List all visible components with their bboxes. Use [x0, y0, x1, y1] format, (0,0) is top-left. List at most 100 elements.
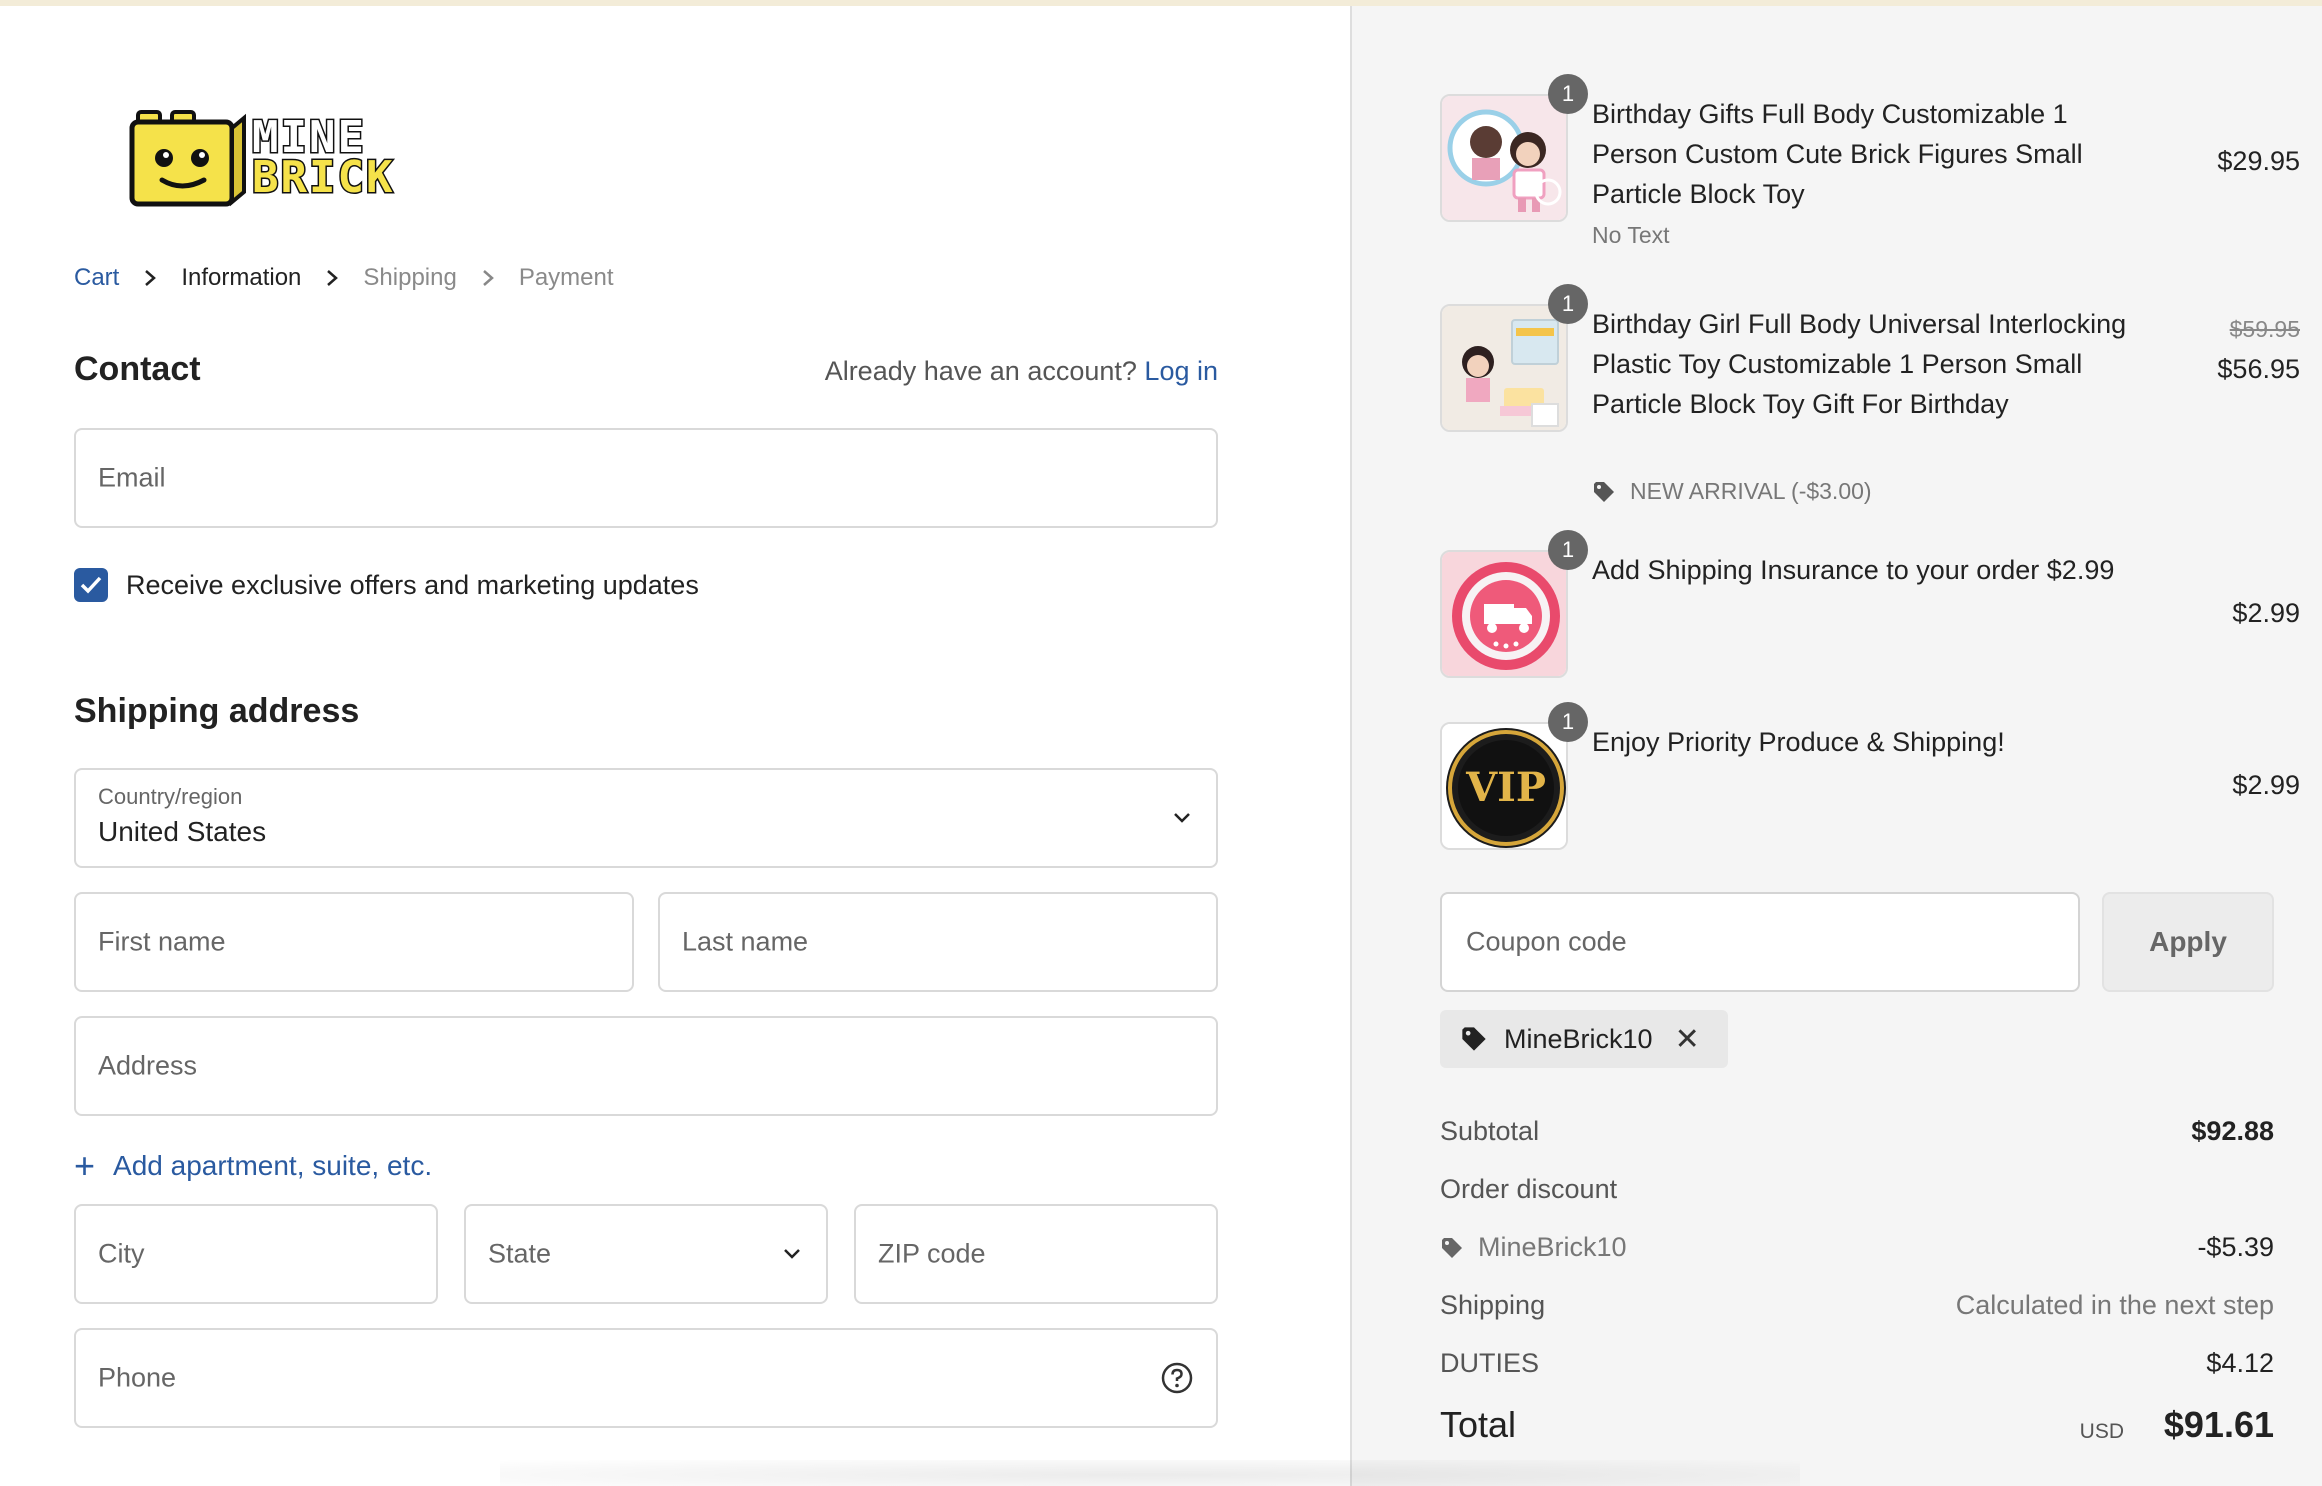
total-label: Total — [1440, 1404, 1517, 1445]
total-currency: USD — [2079, 1420, 2124, 1443]
subtotal-label: Subtotal — [1440, 1116, 1540, 1146]
duties-value: $4.12 — [2206, 1348, 2274, 1378]
first-name-placeholder: First name — [98, 926, 226, 957]
product-thumbnail — [1440, 94, 1568, 222]
breadcrumb-cart[interactable]: Cart — [74, 264, 119, 292]
email-placeholder: Email — [98, 462, 166, 493]
apply-coupon-button[interactable]: Apply — [2102, 892, 2274, 992]
city-placeholder: City — [98, 1238, 145, 1269]
logo-wordmark: MINE BRICK — [250, 114, 395, 203]
applied-coupon-code: MineBrick10 — [1504, 1023, 1653, 1054]
breadcrumb: Cart Information Shipping Payment — [74, 264, 614, 292]
item-price: $2.99 — [2232, 598, 2300, 628]
account-prompt: Already have an account? Log in — [825, 356, 1218, 387]
tag-icon — [1594, 481, 1614, 502]
item-title: Enjoy Priority Produce & Shipping! — [1592, 727, 2005, 757]
item-price: $2.99 — [2232, 770, 2300, 800]
country-value: United States — [98, 816, 267, 847]
duties-row: DUTIES $4.12 — [1440, 1348, 2274, 1379]
address-field[interactable]: Address — [74, 1016, 1218, 1116]
chevron-right-icon — [319, 265, 345, 291]
last-name-field[interactable]: Last name — [658, 892, 1218, 992]
quantity-badge: 1 — [1548, 74, 1588, 114]
shipping-value: Calculated in the next step — [1955, 1290, 2274, 1320]
shipping-address-heading: Shipping address — [74, 692, 360, 730]
item-price: $29.95 — [2217, 146, 2300, 176]
subtotal-row: Subtotal $92.88 — [1440, 1116, 2274, 1147]
coupon-code-input[interactable]: Coupon code — [1440, 892, 2080, 992]
order-discount-row: Order discount — [1440, 1174, 2274, 1205]
checkmark-icon — [80, 576, 102, 594]
checkout-form-panel: MINE BRICK Cart Information Shipping Pay… — [0, 6, 1350, 1486]
city-field[interactable]: City — [74, 1204, 438, 1304]
discount-value: -$5.39 — [2197, 1232, 2274, 1262]
phone-placeholder: Phone — [98, 1362, 177, 1393]
discount-code-label: MineBrick10 — [1478, 1232, 1627, 1262]
chevron-right-icon — [475, 265, 501, 291]
first-name-field[interactable]: First name — [74, 892, 634, 992]
quantity-badge: 1 — [1548, 284, 1588, 324]
state-placeholder: State — [488, 1238, 552, 1269]
store-logo[interactable]: MINE BRICK — [128, 100, 428, 216]
chevron-down-icon — [784, 1249, 800, 1259]
country-label: Country/region — [98, 784, 243, 809]
zip-code-placeholder: ZIP code — [878, 1238, 986, 1269]
state-select[interactable]: State — [464, 1204, 828, 1304]
total-row: Total USD $91.61 — [1440, 1404, 2274, 1446]
marketing-label: Receive exclusive offers and marketing u… — [126, 570, 699, 600]
help-circle-icon[interactable] — [1160, 1361, 1194, 1395]
discount-code-row: MineBrick10 -$5.39 — [1440, 1232, 2274, 1263]
bottom-shadow — [500, 1460, 1800, 1486]
shipping-row: Shipping Calculated in the next step — [1440, 1290, 2274, 1321]
vip-thumbnail-text: VIP — [1466, 764, 1546, 811]
last-name-placeholder: Last name — [682, 926, 809, 957]
phone-field[interactable]: Phone — [74, 1328, 1218, 1428]
contact-heading: Contact — [74, 350, 201, 388]
login-link[interactable]: Log in — [1144, 356, 1218, 386]
duties-label: DUTIES — [1440, 1348, 1540, 1378]
add-apartment-link[interactable]: + Add apartment, suite, etc. — [74, 1148, 432, 1184]
item-title: Add Shipping Insurance to your order $2.… — [1592, 555, 2115, 585]
marketing-checkbox[interactable] — [74, 568, 108, 602]
tag-icon — [1442, 1237, 1462, 1258]
quantity-badge: 1 — [1548, 702, 1588, 742]
total-value: $91.61 — [2163, 1404, 2274, 1445]
line-item: 1 Add Shipping Insurance to your order $… — [1440, 530, 2300, 680]
item-price: $56.95 — [2217, 354, 2300, 384]
line-item: VIP 1 Enjoy Priority Produce & Shipping!… — [1440, 702, 2300, 852]
quantity-badge: 1 — [1548, 530, 1588, 570]
item-variant: No Text — [1592, 222, 1670, 248]
item-discount-text: NEW ARRIVAL (-$3.00) — [1630, 478, 1872, 504]
chevron-right-icon — [137, 265, 163, 291]
zip-code-field[interactable]: ZIP code — [854, 1204, 1218, 1304]
address-placeholder: Address — [98, 1050, 198, 1081]
tag-icon — [1462, 1027, 1486, 1051]
order-summary-panel: 1 Birthday Gifts Full Body Customizable … — [1350, 6, 2322, 1486]
order-discount-label: Order discount — [1440, 1174, 1618, 1204]
line-item: 1 Birthday Girl Full Body Universal Inte… — [1440, 284, 2300, 514]
breadcrumb-information: Information — [181, 264, 302, 291]
vip-thumbnail: VIP — [1440, 722, 1568, 850]
item-title: Birthday Gifts Full Body Customizable 1 … — [1592, 99, 2083, 209]
breadcrumb-shipping: Shipping — [363, 264, 457, 291]
line-item: 1 Birthday Gifts Full Body Customizable … — [1440, 74, 2300, 264]
item-title: Birthday Girl Full Body Universal Interl… — [1592, 309, 2127, 419]
plus-icon: + — [74, 1145, 96, 1186]
applied-coupon-chip: MineBrick10 ✕ — [1440, 1010, 1728, 1068]
email-field[interactable]: Email — [74, 428, 1218, 528]
brick-logo-icon — [129, 110, 246, 207]
remove-coupon-icon[interactable]: ✕ — [1675, 1022, 1700, 1057]
product-thumbnail — [1440, 304, 1568, 432]
item-original-price: $59.95 — [2229, 316, 2300, 342]
subtotal-value: $92.88 — [2191, 1116, 2274, 1146]
country-select[interactable]: Country/region United States — [74, 768, 1218, 868]
logo-word-brick: BRICK — [250, 152, 395, 203]
account-prompt-text: Already have an account? — [824, 356, 1137, 386]
add-apartment-label: Add apartment, suite, etc. — [113, 1150, 433, 1181]
coupon-code-placeholder: Coupon code — [1466, 926, 1627, 957]
shipping-label: Shipping — [1440, 1290, 1546, 1320]
chevron-down-icon — [1174, 813, 1190, 823]
shipping-insurance-thumbnail — [1440, 550, 1568, 678]
breadcrumb-payment: Payment — [518, 264, 614, 291]
item-discount-label: NEW ARRIVAL (-$3.00) — [1592, 478, 1872, 505]
